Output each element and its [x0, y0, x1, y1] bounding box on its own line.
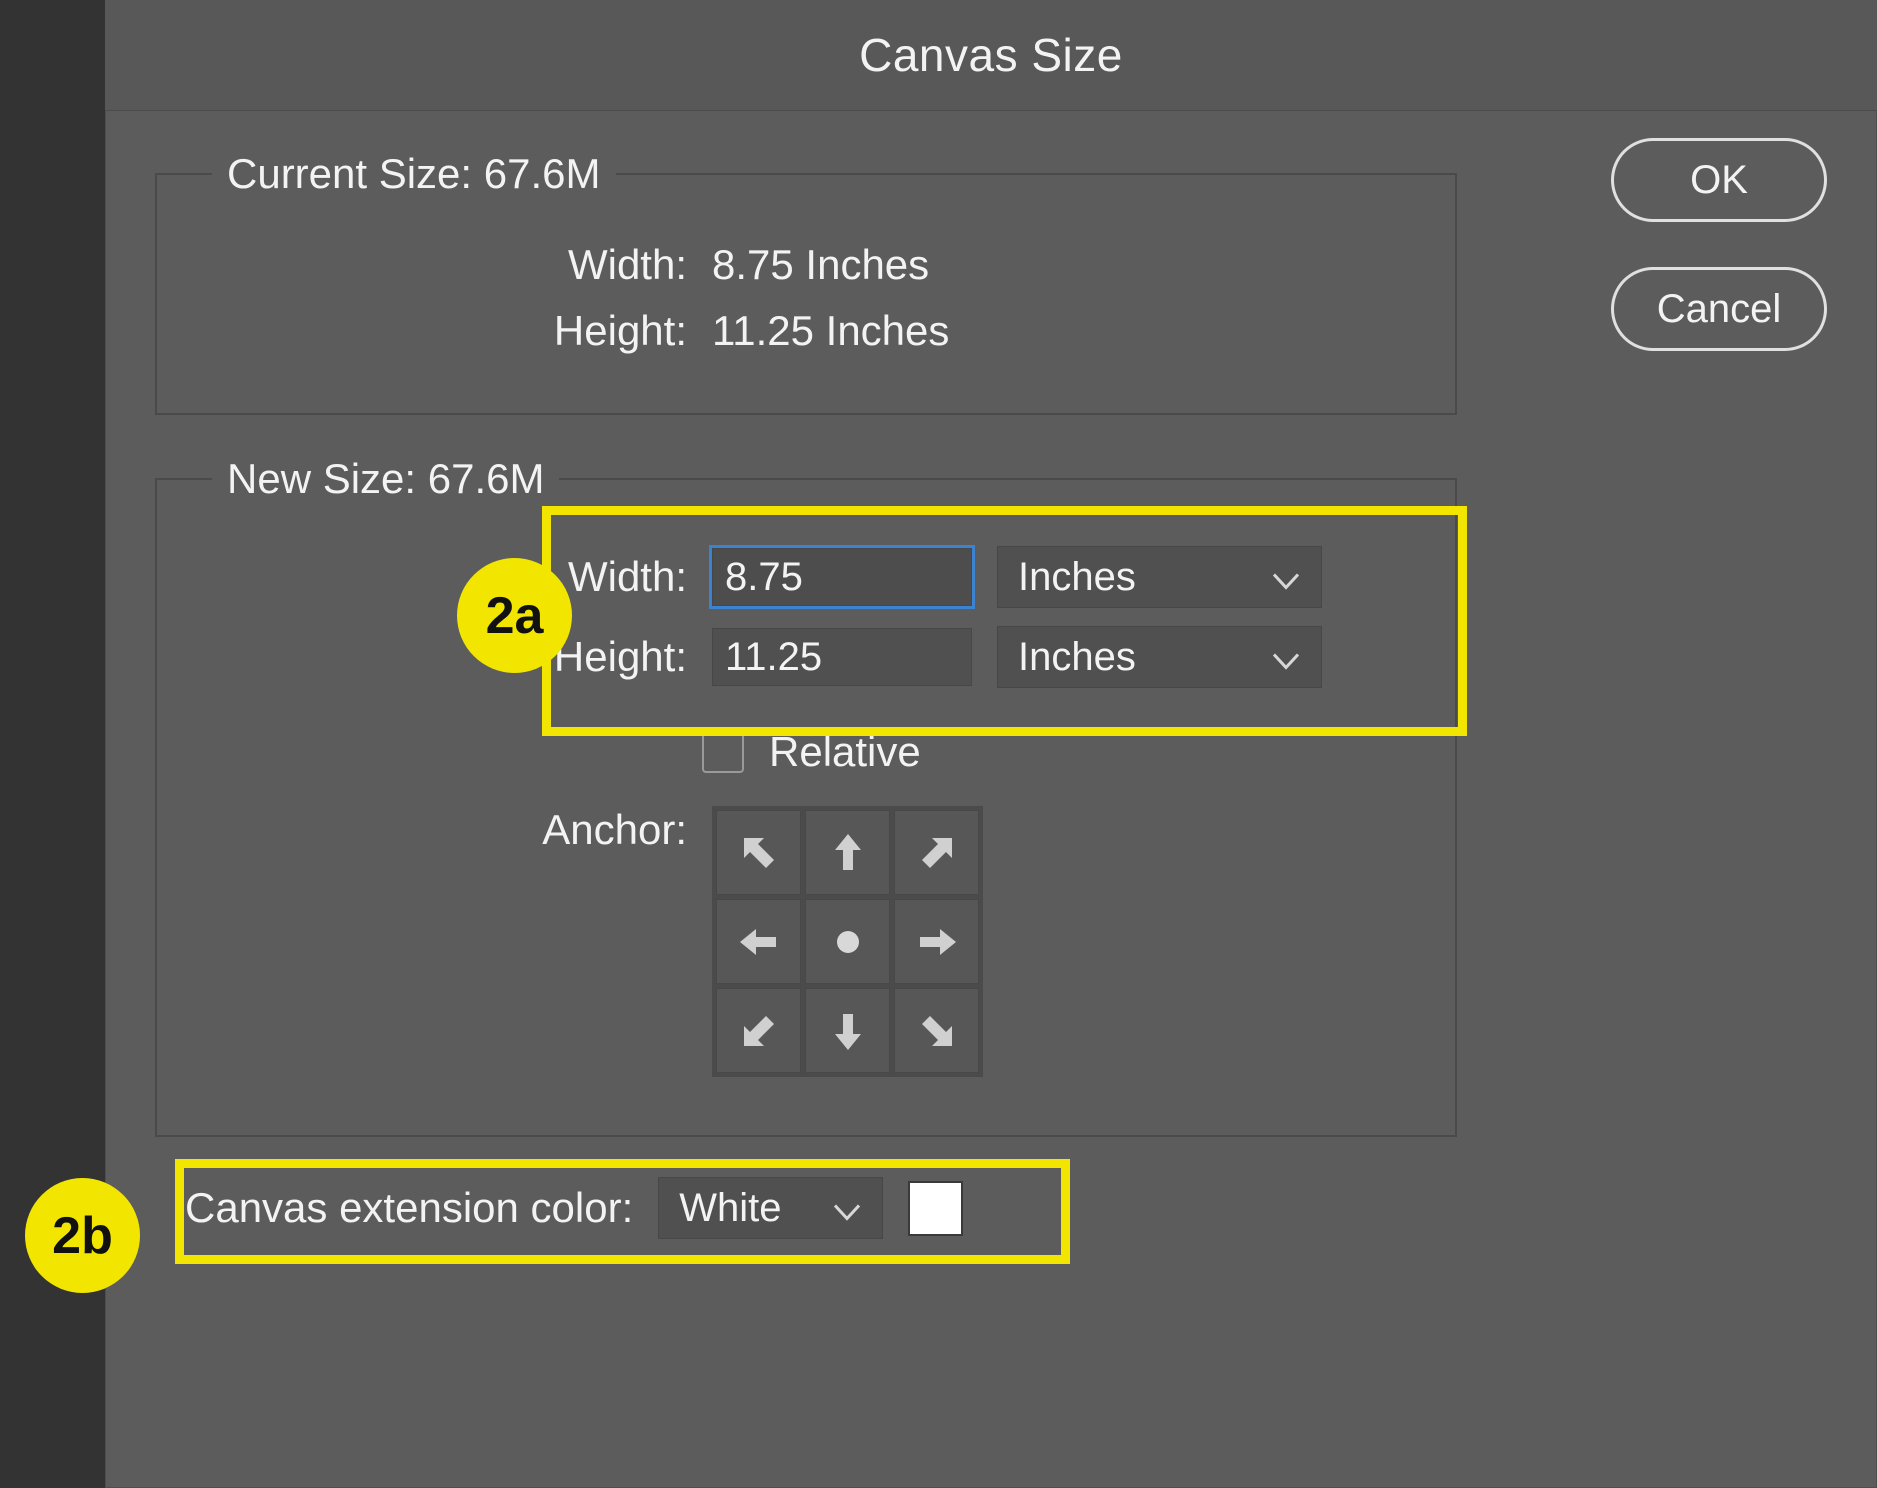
current-width-value: 8.75 Inches — [712, 241, 929, 289]
annotation-callout-2b: 2b — [25, 1178, 140, 1293]
current-height-value: 11.25 Inches — [712, 307, 949, 355]
new-height-units-select[interactable]: Inches — [997, 626, 1322, 688]
chevron-down-icon — [834, 1186, 860, 1231]
current-height-label: Height: — [192, 307, 687, 355]
cancel-button[interactable]: Cancel — [1611, 267, 1827, 351]
anchor-w[interactable] — [716, 899, 801, 984]
new-width-input[interactable] — [712, 548, 972, 606]
anchor-nw[interactable] — [716, 810, 801, 895]
extension-color-select[interactable]: White — [658, 1177, 883, 1239]
chevron-down-icon — [1273, 555, 1299, 600]
dialog-buttons: OK Cancel — [1611, 138, 1827, 351]
new-size-group: New Size: 67.6M Width: Inches Hei — [155, 455, 1457, 1137]
current-width-label: Width: — [192, 241, 687, 289]
chevron-down-icon — [1273, 635, 1299, 680]
ok-button[interactable]: OK — [1611, 138, 1827, 222]
anchor-sw[interactable] — [716, 988, 801, 1073]
annotation-callout-2a: 2a — [457, 558, 572, 673]
new-width-units-value: Inches — [1018, 555, 1136, 600]
anchor-se[interactable] — [894, 988, 979, 1073]
anchor-s[interactable] — [805, 988, 890, 1073]
canvas-size-dialog: Canvas Size OK Cancel Current Size: 67.6… — [105, 0, 1877, 1488]
extension-color-label: Canvas extension color: — [185, 1184, 633, 1232]
new-height-input[interactable] — [712, 628, 972, 686]
relative-checkbox[interactable] — [702, 731, 744, 773]
extension-color-row: Canvas extension color: White — [185, 1177, 1827, 1239]
current-size-group: Current Size: 67.6M Width: 8.75 Inches H… — [155, 150, 1457, 415]
current-size-legend: Current Size: 67.6M — [212, 150, 616, 198]
new-width-units-select[interactable]: Inches — [997, 546, 1322, 608]
anchor-grid[interactable] — [712, 806, 983, 1077]
extension-color-value: White — [679, 1186, 781, 1231]
dialog-title: Canvas Size — [105, 0, 1877, 111]
relative-label: Relative — [769, 728, 921, 776]
anchor-ne[interactable] — [894, 810, 979, 895]
anchor-center[interactable] — [805, 899, 890, 984]
new-height-units-value: Inches — [1018, 635, 1136, 680]
anchor-label: Anchor: — [192, 806, 687, 854]
new-size-legend: New Size: 67.6M — [212, 455, 559, 503]
anchor-e[interactable] — [894, 899, 979, 984]
anchor-n[interactable] — [805, 810, 890, 895]
extension-color-swatch[interactable] — [908, 1181, 963, 1236]
